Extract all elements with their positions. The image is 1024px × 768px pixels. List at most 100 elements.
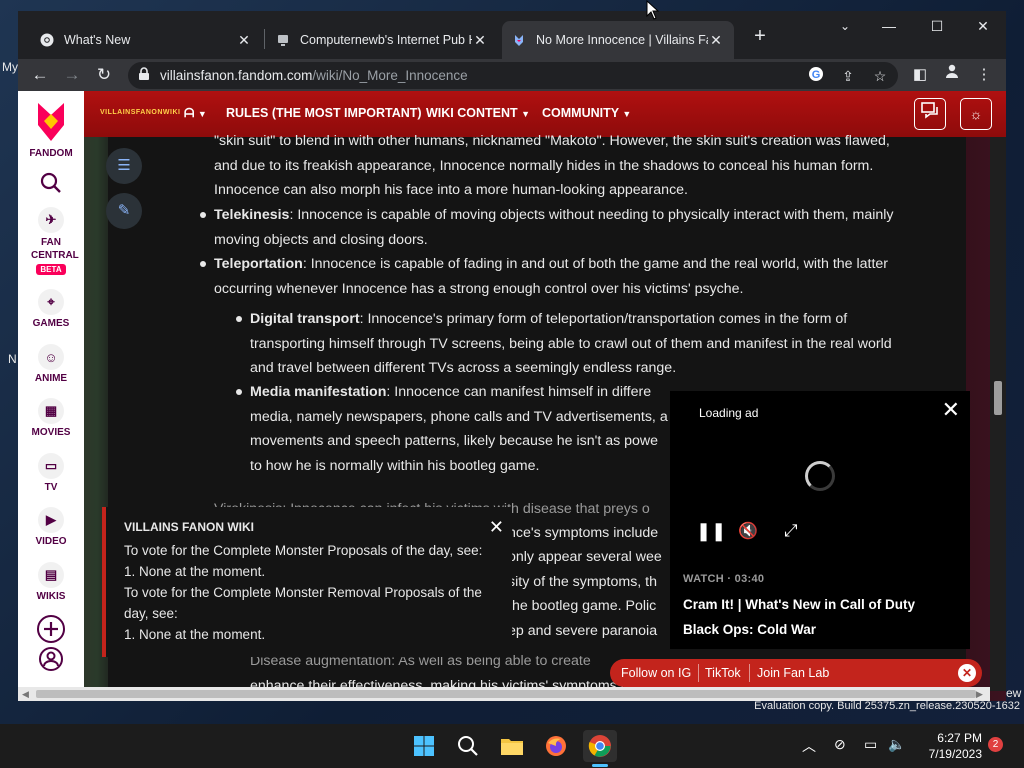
bookmark-star-icon[interactable]: ☆ xyxy=(870,66,890,86)
rail-fan-central[interactable]: ✈ FAN CENTRAL BETA xyxy=(18,207,84,275)
close-notice-button[interactable]: ✕ xyxy=(489,517,504,538)
notice-title: VILLAINS FANON WIKI xyxy=(124,520,254,534)
bullet xyxy=(236,316,242,322)
anime-face-icon: ☺ xyxy=(38,344,64,370)
plus-circle-icon xyxy=(37,615,65,643)
file-explorer-button[interactable] xyxy=(495,730,529,762)
social-bar: Follow on IG TikTok Join Fan Lab ✕ xyxy=(610,659,982,687)
rail-wikis[interactable]: ▤ WIKIS xyxy=(18,562,84,602)
mute-button[interactable]: 🔇 xyxy=(738,521,758,541)
close-social-bar-icon[interactable]: ✕ xyxy=(958,664,976,682)
back-button[interactable]: ← xyxy=(28,63,52,87)
lock-icon[interactable] xyxy=(138,67,150,86)
firefox-button[interactable] xyxy=(539,730,573,762)
close-tab-icon[interactable]: ✕ xyxy=(236,32,252,49)
rail-tv[interactable]: ▭ TV xyxy=(18,453,84,493)
show-hidden-icons-button[interactable]: ︿ xyxy=(802,736,816,756)
fullscreen-button[interactable]: ⤢ xyxy=(784,521,798,541)
rail-label: GAMES xyxy=(32,318,70,329)
menu-kebab-icon[interactable]: ⋮ xyxy=(972,63,996,87)
join-fan-lab-link[interactable]: Join Fan Lab xyxy=(757,666,829,680)
tab-whats-new[interactable]: What's New ✕ xyxy=(30,21,262,59)
share-icon[interactable]: ⇪ xyxy=(838,66,858,86)
edit-button[interactable]: ✎ xyxy=(106,193,142,229)
close-tab-icon[interactable]: ✕ xyxy=(708,32,724,49)
scroll-right-arrow-icon[interactable]: ▶ xyxy=(976,687,983,701)
clock-date: 7/19/2023 xyxy=(928,747,982,761)
rail-movies[interactable]: ▦ MOVIES xyxy=(18,398,84,438)
vertical-scrollbar[interactable] xyxy=(990,137,1006,691)
address-bar[interactable]: villainsfanon.fandom.com/wiki/No_More_In… xyxy=(128,62,898,89)
search-button[interactable] xyxy=(451,730,485,762)
computernewb-icon xyxy=(276,33,290,47)
rail-video[interactable]: ▶ VIDEO xyxy=(18,507,84,547)
url-path: /wiki/No_More_Innocence xyxy=(312,68,468,83)
google-icon[interactable]: G xyxy=(806,66,826,86)
horizontal-scrollbar[interactable]: ◀ ▶ xyxy=(18,687,990,701)
reload-button[interactable]: ↻ xyxy=(92,63,116,87)
list-item-telekinesis: Telekinesis: Innocence is capable of mov… xyxy=(200,203,934,252)
pause-button[interactable]: ❚❚ xyxy=(696,521,726,542)
firefox-icon xyxy=(546,736,566,756)
rail-search[interactable] xyxy=(18,171,84,198)
video-title[interactable]: Cram It! | What's New in Call of Duty Bl… xyxy=(683,592,953,642)
follow-ig-link[interactable]: Follow on IG xyxy=(621,666,691,680)
display-icon[interactable]: ▭ xyxy=(864,736,877,753)
profile-icon[interactable] xyxy=(940,63,964,87)
text: : Innocence is capable of fading in and … xyxy=(302,256,889,272)
tiktok-link[interactable]: TikTok xyxy=(705,666,741,680)
discussions-button[interactable] xyxy=(914,98,946,130)
new-tab-button[interactable]: + xyxy=(748,25,772,49)
windows-evaluation-watermark: Evaluation copy. Build 25375.zn_release.… xyxy=(754,700,1020,712)
explore-menu[interactable]: ᗩ ▼ xyxy=(184,106,207,121)
text-fragment: ep and severe paranoia xyxy=(508,623,658,639)
nav-community[interactable]: COMMUNITY ▼ xyxy=(542,106,631,120)
close-ad-button[interactable]: ✕ xyxy=(942,397,960,423)
close-tab-icon[interactable]: ✕ xyxy=(472,32,488,49)
taskbar-clock[interactable]: 6:27 PM 7/19/2023 xyxy=(922,730,982,762)
text-line: and travel between different TVs across … xyxy=(250,360,677,376)
tab-no-more-innocence[interactable]: No More Innocence | Villains Fa ✕ xyxy=(502,21,734,59)
rail-games[interactable]: ⌖ GAMES xyxy=(18,289,84,329)
wiki-notice-popup: VILLAINS FANON WIKI To vote for the Comp… xyxy=(102,507,512,657)
list-item-teleportation: Teleportation: Innocence is capable of f… xyxy=(200,252,934,301)
maximize-button[interactable]: ☐ xyxy=(914,13,960,41)
scroll-thumb[interactable] xyxy=(994,381,1002,415)
tab-strip: What's New ✕ Computernewb's Internet Pub… xyxy=(18,11,1006,59)
side-panel-icon[interactable]: ◧ xyxy=(908,63,932,87)
minimize-button[interactable]: — xyxy=(866,13,912,41)
start-button[interactable] xyxy=(407,730,441,762)
rail-anime[interactable]: ☺ ANIME xyxy=(18,344,84,384)
nav-rules[interactable]: RULES (THE MOST IMPORTANT) xyxy=(226,106,422,120)
tab-title: Computernewb's Internet Pub H xyxy=(300,33,472,47)
text-fragment: only appear several wee xyxy=(508,549,662,565)
wiki-logo[interactable]: VILLAINSFANONWIKI xyxy=(100,109,180,116)
table-of-contents-button[interactable]: ☰ xyxy=(106,148,142,184)
rail-label: WIKIS xyxy=(36,591,66,602)
nav-wiki-content[interactable]: WIKI CONTENT ▼ xyxy=(426,106,530,120)
notification-badge[interactable]: 2 xyxy=(988,737,1003,752)
fandom-logo[interactable]: FANDOM xyxy=(18,101,84,159)
scroll-left-arrow-icon[interactable]: ◀ xyxy=(22,687,29,701)
url-host: villainsfanon.fandom.com xyxy=(160,68,313,83)
bullet xyxy=(236,389,242,395)
close-window-button[interactable]: ✕ xyxy=(960,13,1006,41)
tv-icon: ▭ xyxy=(38,453,64,479)
tab-computernewb[interactable]: Computernewb's Internet Pub H ✕ xyxy=(266,21,498,59)
scroll-thumb[interactable] xyxy=(36,690,976,698)
chevron-down-icon: ▼ xyxy=(622,109,632,119)
clock-time: 6:27 PM xyxy=(937,731,982,745)
rail-create[interactable] xyxy=(18,614,84,647)
chrome-taskbar-button[interactable] xyxy=(583,730,617,762)
volume-icon[interactable]: 🔈 xyxy=(888,736,905,753)
text-line: occurring whenever Innocence has a stron… xyxy=(214,280,744,297)
divider xyxy=(749,664,750,682)
network-off-icon[interactable]: ⊘ xyxy=(834,736,846,753)
rail-account[interactable] xyxy=(18,646,84,675)
tab-search-icon[interactable]: ⌄ xyxy=(822,13,868,41)
video-title-line: Cram It! | What's New in Call of Duty xyxy=(683,597,916,612)
clapperboard-icon: ▦ xyxy=(38,398,64,424)
forward-button[interactable]: → xyxy=(60,63,84,87)
theme-toggle-button[interactable]: ☼ xyxy=(960,98,992,130)
list-item-digital-transport: Digital transport: Innocence's primary f… xyxy=(236,307,940,381)
